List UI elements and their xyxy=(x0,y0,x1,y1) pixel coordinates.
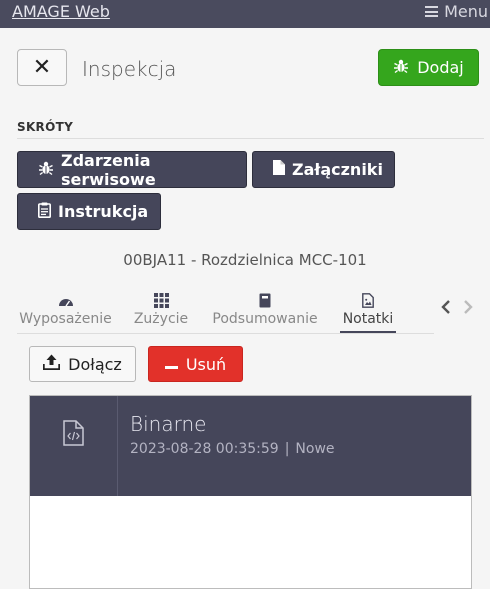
page-title: Inspekcja xyxy=(82,57,177,81)
attachment-icon-cell xyxy=(30,396,118,496)
top-navbar: AMAGE Web Menu xyxy=(0,0,490,28)
manual-button[interactable]: Instrukcja xyxy=(17,193,161,230)
tab-summary-label: Podsumowanie xyxy=(212,311,318,327)
close-icon: ✕ xyxy=(32,55,52,80)
gauge-icon xyxy=(17,292,114,309)
service-events-button[interactable]: Zdarzenia serwisowe xyxy=(17,150,247,189)
attachment-card-header: Binarne 2023-08-28 00:35:59 | Nowe xyxy=(30,396,471,496)
remove-button[interactable]: Usuń xyxy=(148,346,243,382)
attachments-label: Załączniki xyxy=(292,160,383,179)
tab-bar: Wyposażenie Zużycie Podsumowanie Notatki xyxy=(17,290,490,334)
bug-icon xyxy=(38,160,54,180)
file-icon xyxy=(273,160,285,179)
tab-summary[interactable]: Podsumowanie xyxy=(209,290,321,333)
attachment-name: Binarne xyxy=(130,412,207,436)
close-button[interactable]: ✕ xyxy=(17,49,67,86)
divider xyxy=(17,138,484,139)
hamburger-icon xyxy=(425,6,439,17)
chevron-right-icon[interactable] xyxy=(463,299,473,319)
attachments-button[interactable]: Załączniki xyxy=(252,151,395,188)
minus-icon xyxy=(164,355,178,374)
attach-label: Dołącz xyxy=(68,354,122,374)
service-events-label: Zdarzenia serwisowe xyxy=(61,150,156,189)
clipboard-icon xyxy=(38,202,51,222)
attachment-card[interactable]: Binarne 2023-08-28 00:35:59 | Nowe xyxy=(29,395,472,589)
file-image-icon xyxy=(340,292,396,309)
add-button-label: Dodaj xyxy=(417,58,464,77)
tab-consumption[interactable]: Zużycie xyxy=(129,290,193,333)
bug-icon xyxy=(393,58,409,78)
menu-button[interactable]: Menu xyxy=(425,2,488,21)
grid-icon xyxy=(129,292,193,309)
chevron-left-icon[interactable] xyxy=(441,299,451,319)
add-button[interactable]: Dodaj xyxy=(378,49,479,86)
attachment-status: Nowe xyxy=(295,441,335,457)
tab-notes[interactable]: Notatki xyxy=(340,290,396,333)
attachment-meta: 2023-08-28 00:35:59 | Nowe xyxy=(130,441,335,457)
brand-link[interactable]: AMAGE Web xyxy=(12,2,110,21)
tab-consumption-label: Zużycie xyxy=(133,311,189,327)
tab-equipment[interactable]: Wyposażenie xyxy=(17,290,114,333)
manual-label: Instrukcja xyxy=(58,202,149,221)
remove-label: Usuń xyxy=(185,354,227,374)
upload-icon xyxy=(43,354,61,374)
shortcuts-label: SKRÓTY xyxy=(17,120,74,134)
tab-notes-label: Notatki xyxy=(342,311,394,327)
book-icon xyxy=(209,292,321,309)
attach-button[interactable]: Dołącz xyxy=(29,346,136,382)
file-code-icon xyxy=(63,420,84,450)
tab-scroll-arrows xyxy=(441,299,473,319)
device-title: 00BJA11 - Rozdzielnica MCC-101 xyxy=(123,251,367,269)
attachment-date: 2023-08-28 00:35:59 xyxy=(130,441,279,457)
tab-equipment-label: Wyposażenie xyxy=(19,311,112,327)
meta-separator: | xyxy=(284,441,290,457)
menu-label: Menu xyxy=(444,2,488,21)
